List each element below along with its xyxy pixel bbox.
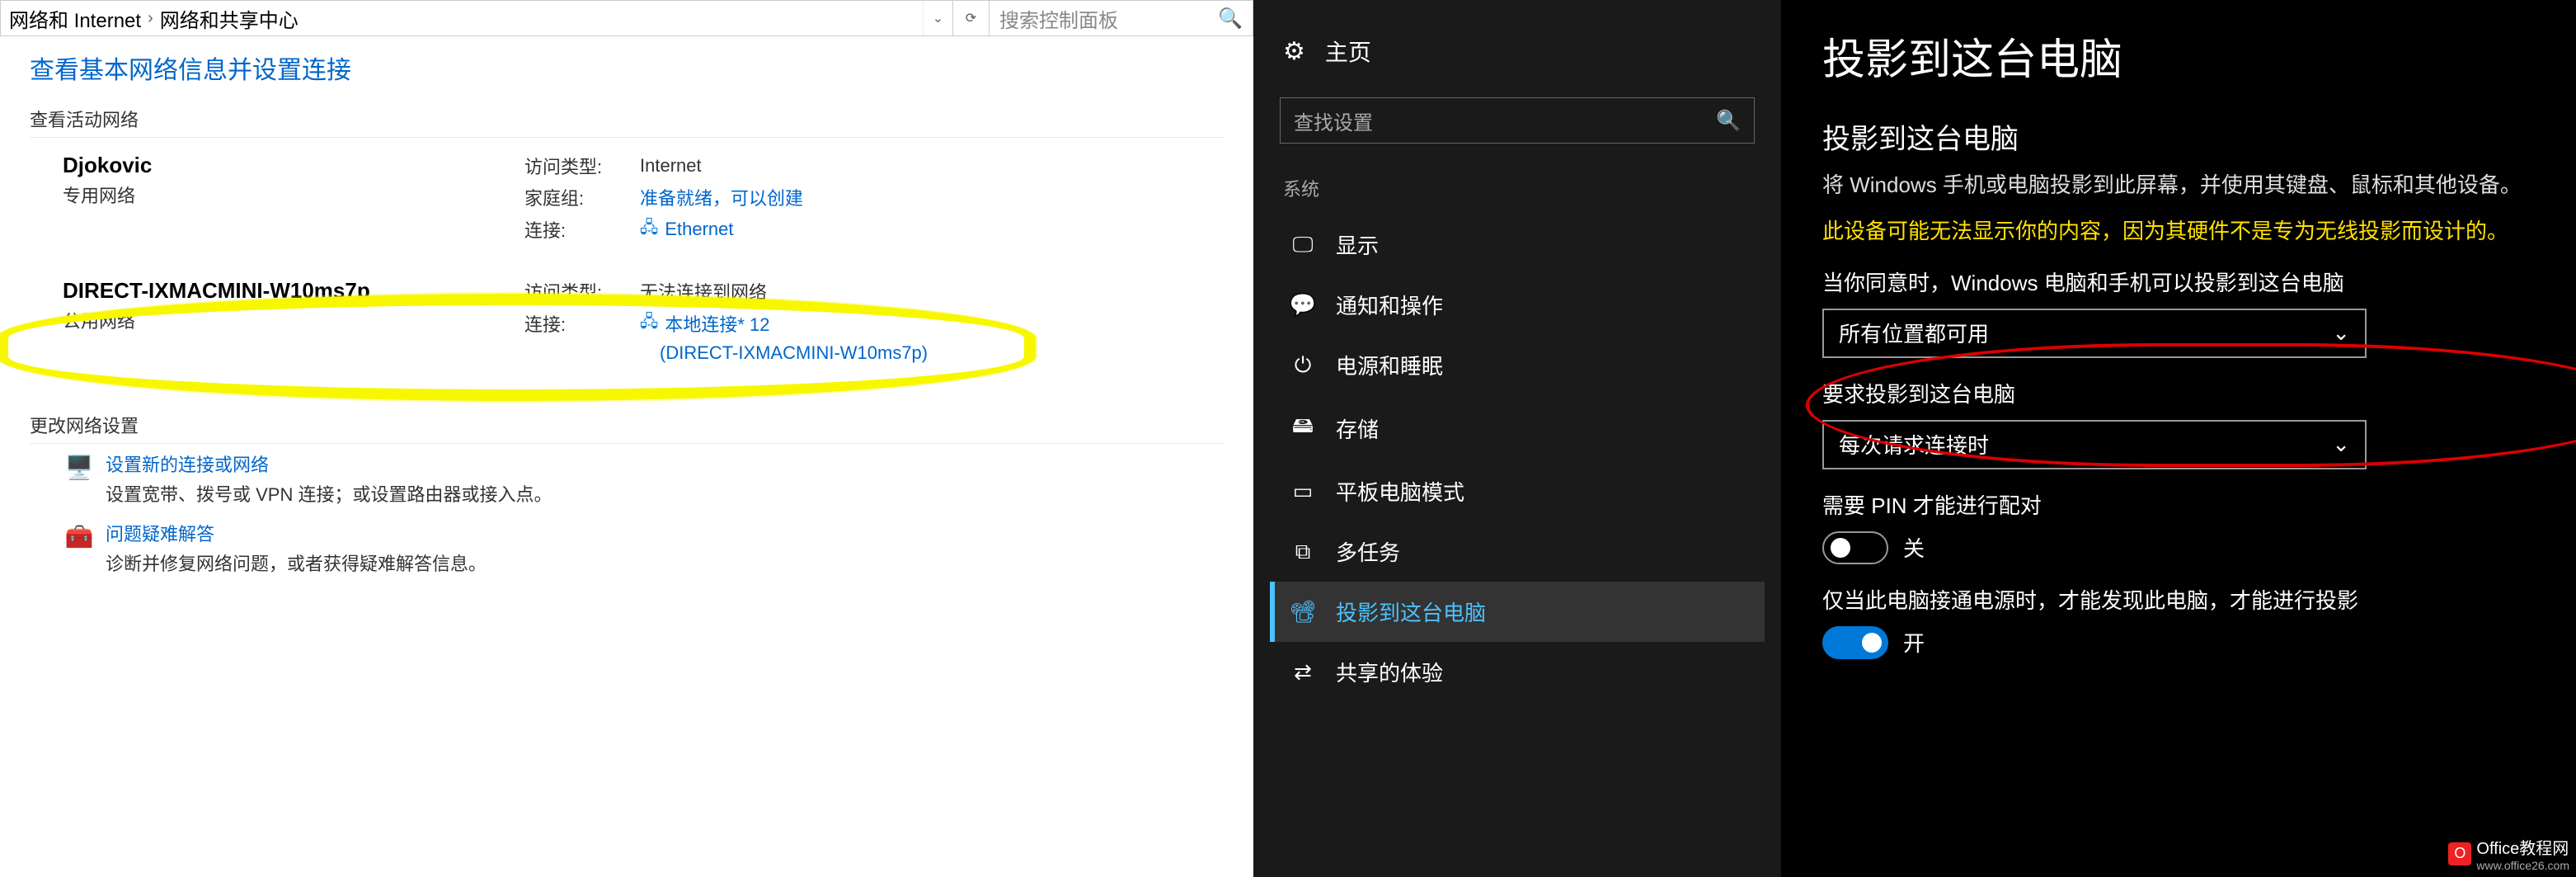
- new-connection-item[interactable]: 🖥️ 设置新的连接或网络 设置宽带、拨号或 VPN 连接；或设置路由器或接入点。: [30, 444, 1224, 513]
- dropdown1-label: 当你同意时，Windows 电脑和手机可以投影到这台电脑: [1822, 266, 2535, 297]
- settings-main: 投影到这台电脑 投影到这台电脑 将 Windows 手机或电脑投影到此屏幕，并使…: [1781, 0, 2576, 877]
- settings-search-input[interactable]: 查找设置 🔍: [1280, 97, 1755, 144]
- share-icon: ⇄: [1283, 659, 1323, 685]
- nav-notifications[interactable]: 💬通知和操作: [1270, 275, 1765, 335]
- nav-projecting[interactable]: 📽投影到这台电脑: [1270, 582, 1765, 642]
- breadcrumb[interactable]: 网络和 Internet › 网络和共享中心: [1, 4, 923, 33]
- homegroup-label: 家庭组:: [524, 184, 640, 210]
- content-area: 查看基本网络信息并设置连接 查看活动网络 Djokovic 专用网络 访问类型:…: [0, 36, 1253, 596]
- connection-sub-link[interactable]: (DIRECT-IXMACMINI-W10ms7p): [660, 342, 1191, 364]
- project-icon: 📽: [1283, 599, 1323, 625]
- settings-sidebar: ⚙ 主页 查找设置 🔍 系统 🖵显示 💬通知和操作 ⏻电源和睡眠 🖴存储 ▭平板…: [1253, 0, 1781, 877]
- troubleshoot-desc: 诊断并修复网络问题，或者获得疑难解答信息。: [106, 549, 487, 576]
- pin-label: 需要 PIN 才能进行配对: [1822, 489, 2535, 520]
- connection-label: 连接:: [524, 310, 640, 337]
- network-setup-icon: 🖥️: [63, 450, 96, 483]
- nav-shared-experiences[interactable]: ⇄共享的体验: [1270, 642, 1765, 702]
- access-type-label: 访问类型:: [524, 278, 640, 304]
- search-input[interactable]: 搜索控制面板 🔍: [989, 1, 1253, 35]
- ask-to-project-dropdown[interactable]: 每次请求连接时 ⌄: [1822, 420, 2367, 469]
- page-title: 投影到这台电脑: [1822, 25, 2535, 87]
- access-type-label: 访问类型:: [524, 153, 640, 179]
- power-toggle-state: 开: [1903, 627, 1925, 658]
- network-entry-1: Djokovic 专用网络 访问类型:Internet 家庭组:准备就绪，可以创…: [30, 138, 1224, 263]
- notify-icon: 💬: [1283, 292, 1323, 318]
- access-type-value: 无法连接到网络: [640, 278, 767, 304]
- watermark-brand: Office教程网: [2476, 840, 2569, 858]
- network-type: 专用网络: [63, 182, 524, 208]
- storage-icon: 🖴: [1283, 410, 1323, 446]
- refresh-icon[interactable]: ⟳: [952, 1, 989, 35]
- ethernet-icon: 🖧: [640, 309, 658, 337]
- pin-toggle[interactable]: [1822, 531, 1888, 564]
- category-label: 系统: [1270, 168, 1765, 215]
- troubleshoot-link[interactable]: 问题疑难解答: [106, 520, 487, 546]
- breadcrumb-part-2[interactable]: 网络和共享中心: [160, 4, 298, 33]
- homegroup-link[interactable]: 准备就绪，可以创建: [640, 184, 803, 210]
- tablet-icon: ▭: [1283, 479, 1323, 504]
- dropdown1-value: 所有位置都可用: [1839, 318, 1989, 348]
- chevron-right-icon: ›: [148, 9, 153, 28]
- power-icon: ⏻: [1283, 352, 1323, 379]
- dropdown2-value: 每次请求连接时: [1839, 429, 1989, 460]
- search-icon: 🔍: [1716, 109, 1741, 133]
- control-panel-window: 网络和 Internet › 网络和共享中心 ⌄ ⟳ 搜索控制面板 🔍 查看基本…: [0, 0, 1253, 877]
- nav-storage[interactable]: 🖴存储: [1270, 395, 1765, 461]
- display-icon: 🖵: [1283, 232, 1323, 258]
- power-toggle[interactable]: [1822, 626, 1888, 659]
- connection-label: 连接:: [524, 216, 640, 243]
- access-type-value: Internet: [640, 155, 702, 177]
- network-name: Djokovic: [63, 153, 524, 178]
- page-heading: 查看基本网络信息并设置连接: [30, 50, 1224, 86]
- chevron-down-icon: ⌄: [2332, 320, 2350, 346]
- troubleshoot-icon: 🧰: [63, 520, 96, 553]
- chevron-down-icon: ⌄: [2332, 431, 2350, 457]
- nav-multitask[interactable]: ⧉多任务: [1270, 521, 1765, 582]
- active-networks-label: 查看活动网络: [30, 106, 1224, 132]
- settings-search-placeholder: 查找设置: [1294, 106, 1373, 135]
- search-placeholder: 搜索控制面板: [999, 4, 1118, 33]
- address-bar: 网络和 Internet › 网络和共享中心 ⌄ ⟳ 搜索控制面板 🔍: [0, 0, 1253, 36]
- dropdown2-label: 要求投影到这台电脑: [1822, 378, 2535, 408]
- change-settings-label: 更改网络设置: [30, 412, 1224, 438]
- warning-text: 此设备可能无法显示你的内容，因为其硬件不是专为无线投影而设计的。: [1822, 216, 2535, 246]
- search-icon: 🔍: [1218, 7, 1243, 31]
- power-label: 仅当此电脑接通电源时，才能发现此电脑，才能进行投影: [1822, 584, 2535, 615]
- nav-display[interactable]: 🖵显示: [1270, 215, 1765, 275]
- troubleshoot-item[interactable]: 🧰 问题疑难解答 诊断并修复网络问题，或者获得疑难解答信息。: [30, 513, 1224, 582]
- breadcrumb-part-1[interactable]: 网络和 Internet: [9, 4, 141, 33]
- description-text: 将 Windows 手机或电脑投影到此屏幕，并使用其键盘、鼠标和其他设备。: [1822, 170, 2535, 200]
- watermark: O Office教程网 www.office26.com: [2448, 835, 2569, 872]
- watermark-logo-icon: O: [2448, 842, 2471, 865]
- nav-tablet[interactable]: ▭平板电脑模式: [1270, 461, 1765, 521]
- new-connection-desc: 设置宽带、拨号或 VPN 连接；或设置路由器或接入点。: [106, 480, 552, 507]
- home-label: 主页: [1325, 35, 1371, 68]
- connection-link[interactable]: Ethernet: [665, 219, 733, 240]
- settings-window: ⚙ 主页 查找设置 🔍 系统 🖵显示 💬通知和操作 ⏻电源和睡眠 🖴存储 ▭平板…: [1253, 0, 2576, 877]
- home-button[interactable]: ⚙ 主页: [1270, 28, 1765, 74]
- gear-icon: ⚙: [1283, 37, 1305, 66]
- section-title: 投影到这台电脑: [1822, 116, 2535, 157]
- ethernet-icon: 🖧: [640, 215, 658, 243]
- watermark-url: www.office26.com: [2476, 859, 2569, 872]
- network-entry-2: DIRECT-IXMACMINI-W10ms7p 公用网络 访问类型:无法连接到…: [30, 263, 1224, 379]
- new-connection-link[interactable]: 设置新的连接或网络: [106, 450, 552, 477]
- network-name: DIRECT-IXMACMINI-W10ms7p: [63, 278, 524, 304]
- network-type: 公用网络: [63, 307, 524, 333]
- nav-power[interactable]: ⏻电源和睡眠: [1270, 335, 1765, 395]
- breadcrumb-dropdown-icon[interactable]: ⌄: [923, 1, 952, 35]
- connection-link[interactable]: 本地连接* 12: [665, 310, 769, 337]
- multitask-icon: ⧉: [1283, 539, 1323, 565]
- availability-dropdown[interactable]: 所有位置都可用 ⌄: [1822, 309, 2367, 358]
- pin-toggle-state: 关: [1903, 532, 1925, 563]
